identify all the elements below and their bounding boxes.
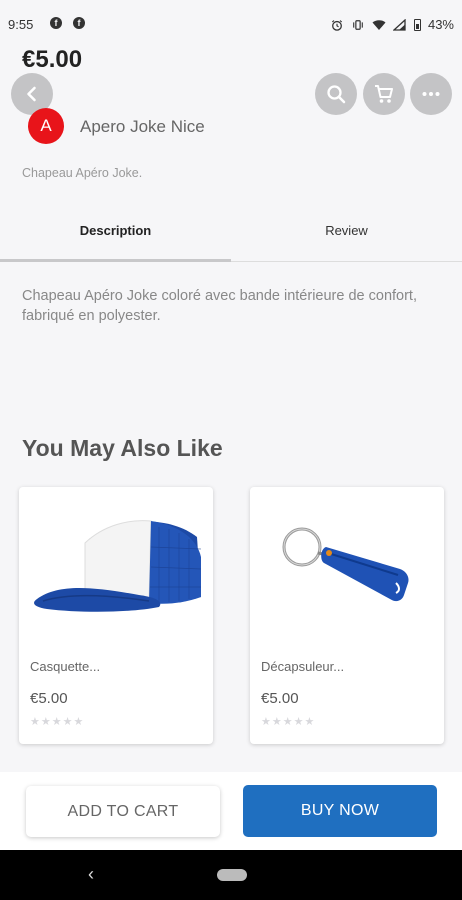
brand-name[interactable]: Apero Joke Nice	[80, 117, 205, 137]
related-product-card[interactable]: Casquette... €5.00 ★★★★★	[19, 487, 213, 744]
facebook-icon: f	[50, 17, 62, 29]
facebook-icon: f	[73, 17, 85, 29]
more-icon	[422, 92, 440, 96]
cart-icon	[375, 85, 393, 103]
search-icon	[327, 85, 346, 104]
product-short-description: Chapeau Apéro Joke.	[22, 166, 143, 180]
signal-icon	[392, 18, 406, 31]
rating-stars: ★★★★★	[30, 716, 85, 728]
buy-now-button[interactable]: BUY NOW	[243, 785, 437, 837]
status-bar: 9:55 f f 43%	[0, 0, 462, 52]
status-icons: 43%	[330, 17, 454, 32]
wifi-icon	[372, 19, 386, 30]
tab-review[interactable]: Review	[231, 206, 462, 262]
related-product-price: €5.00	[261, 690, 299, 707]
back-icon	[27, 86, 36, 102]
active-tab-indicator	[0, 259, 231, 262]
search-button[interactable]	[315, 73, 357, 115]
rating-stars: ★★★★★	[261, 716, 316, 728]
related-product-card[interactable]: Décapsuleur... €5.00 ★★★★★	[250, 487, 444, 744]
battery-icon	[413, 18, 421, 31]
related-product-price: €5.00	[30, 690, 68, 707]
related-product-name: Casquette...	[30, 659, 101, 674]
nav-back-icon[interactable]: ‹	[88, 864, 94, 885]
product-price: €5.00	[22, 46, 83, 73]
brand-avatar[interactable]: A	[28, 108, 64, 144]
related-title: You May Also Like	[22, 435, 223, 461]
system-nav-bar: ‹	[0, 850, 462, 900]
cap-image	[34, 520, 202, 612]
cart-button[interactable]	[363, 73, 405, 115]
more-button[interactable]	[410, 73, 452, 115]
nav-home-pill[interactable]	[217, 869, 247, 881]
related-product-name: Décapsuleur...	[261, 659, 345, 674]
product-description: Chapeau Apéro Joke coloré avec bande int…	[22, 288, 417, 324]
add-to-cart-button[interactable]: ADD TO CART	[26, 786, 220, 837]
tab-description[interactable]: Description	[0, 206, 231, 262]
alarm-icon	[331, 19, 343, 31]
bottom-action-bar: ADD TO CART BUY NOW	[0, 772, 462, 850]
status-time: 9:55	[8, 17, 34, 32]
vibrate-icon	[353, 19, 363, 30]
product-tabs: Description Review	[0, 206, 462, 262]
battery-percent: 43%	[427, 17, 454, 32]
bottle-opener-image	[282, 527, 409, 602]
